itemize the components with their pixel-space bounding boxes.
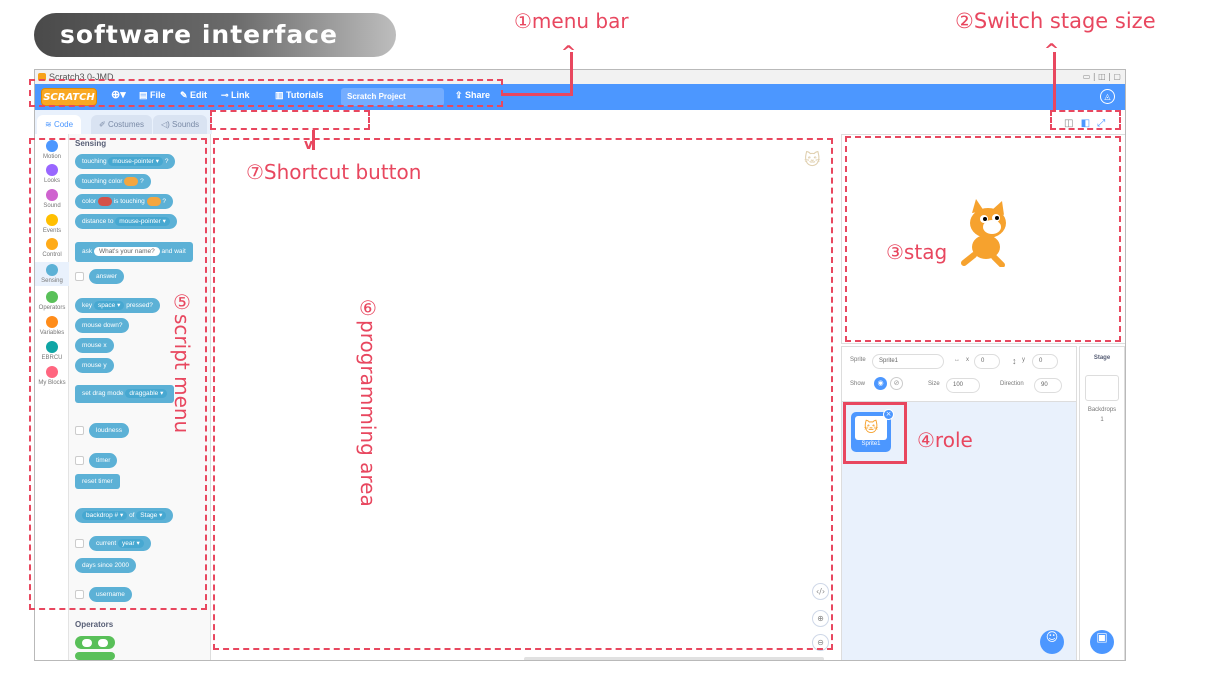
add-backdrop-icon[interactable]: ▣ <box>1090 630 1114 654</box>
arrow-up-icon: ^ <box>561 42 577 63</box>
callout-menu-bar: ①menu bar <box>514 9 629 33</box>
callout-switch-stage-size: ②Switch stage size <box>955 9 1156 33</box>
tab-costumes[interactable]: ✐ Costumes <box>91 115 152 134</box>
direction-input[interactable]: 90 <box>1034 378 1062 393</box>
shortcut-highlight <box>210 110 370 130</box>
tab-code-label: Code <box>53 120 74 129</box>
sprite-name-input[interactable]: Sprite1 <box>872 354 944 369</box>
callout-role: ④role <box>917 428 973 452</box>
window-controls[interactable]: ▭ | ◫ | ▢ <box>1083 72 1121 81</box>
palette-heading-operators: Operators <box>75 620 114 629</box>
show-hidden-icon[interactable]: ⊘ <box>890 377 903 390</box>
x-label: x <box>966 357 969 363</box>
callout-script-menu: ⑤script menu <box>170 290 194 434</box>
zoom-reset-icon[interactable]: = <box>812 660 829 661</box>
backdrops-count: 1 <box>1100 417 1104 423</box>
costumes-brush-icon: ✐ <box>99 120 108 129</box>
show-visible-icon[interactable]: ◉ <box>874 377 887 390</box>
sprite-info-panel: Sprite Sprite1 ↔ x 0 ↕ y 0 Show ◉ ⊘ Size… <box>842 347 1076 402</box>
stage-size-highlight <box>1050 110 1121 130</box>
size-label: Size <box>928 381 940 387</box>
callout-stage: ③stag <box>886 240 948 264</box>
page-title: software interface <box>60 20 338 49</box>
account-icon[interactable]: ◬ <box>1100 89 1115 104</box>
tab-code[interactable]: ≋ Code <box>37 115 82 134</box>
sprite-pane: Sprite Sprite1 ↔ x 0 ↕ y 0 Show ◉ ⊘ Size… <box>841 346 1077 660</box>
editor-tabs: ≋ Code ✐ Costumes ◁) Sounds <box>35 110 225 134</box>
stage-title: Stage <box>1093 355 1111 361</box>
direction-label: Direction <box>1000 381 1024 387</box>
operator-input[interactable] <box>82 639 92 648</box>
y-label: y <box>1022 357 1025 363</box>
y-input[interactable]: 0 <box>1032 354 1058 369</box>
arrow-up-icon: ^ <box>1044 40 1060 61</box>
size-input[interactable]: 100 <box>946 378 980 393</box>
horizontal-scrollbar[interactable] <box>524 657 824 660</box>
programming-area-highlight <box>213 138 833 650</box>
menu-bar-highlight <box>29 79 503 107</box>
y-arrow-icon: ↕ <box>1012 356 1017 366</box>
block-operator[interactable] <box>75 636 115 649</box>
stage-highlight <box>845 136 1121 342</box>
block-operator-partial[interactable] <box>75 652 115 660</box>
stage-selector[interactable]: Stage Backdrops 1 ▣ <box>1079 346 1125 660</box>
x-input[interactable]: 0 <box>974 354 1000 369</box>
tab-sounds[interactable]: ◁) Sounds <box>153 115 208 134</box>
x-arrow-icon: ↔ <box>954 357 960 363</box>
tab-sounds-label: Sounds <box>172 120 200 129</box>
code-icon: ≋ <box>45 120 54 129</box>
page-title-banner: software interface <box>34 13 396 57</box>
callout-programming-area: ⑥programming area <box>356 296 380 507</box>
sprite-label: Sprite <box>850 357 866 363</box>
sounds-speaker-icon: ◁) <box>161 120 173 129</box>
show-label: Show <box>850 381 866 387</box>
tab-costumes-label: Costumes <box>107 120 144 129</box>
callout-line <box>502 93 572 96</box>
operator-input[interactable] <box>97 639 108 648</box>
backdrop-thumbnail[interactable] <box>1085 375 1119 401</box>
add-sprite-cat-icon[interactable]: ☺ <box>1040 630 1064 654</box>
role-highlight <box>843 402 907 464</box>
backdrops-label: Backdrops <box>1087 407 1117 413</box>
